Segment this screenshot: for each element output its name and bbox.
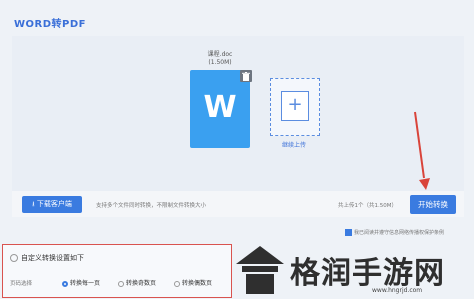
settings-title: 自定义转换设置如下 xyxy=(10,253,84,263)
settings-icon xyxy=(10,254,18,262)
download-client-button[interactable]: ⭳ 下载客户端 xyxy=(22,196,82,213)
upload-count: 共上传1个（共1.50M） xyxy=(338,203,397,209)
agree-text: 我已阅读并遵守信息网络传播权保护条例 xyxy=(354,230,445,236)
radio-label: 转换每一页 xyxy=(70,280,101,287)
start-convert-button[interactable]: 开始转换 xyxy=(410,195,456,214)
radio-icon xyxy=(118,280,124,287)
word-file-icon: W xyxy=(203,90,237,125)
plus-icon: + xyxy=(281,91,309,121)
radio-every-page[interactable]: 转换每一页 xyxy=(62,278,100,287)
upload-hint: 支持多个文件同时转换，不限制文件转换大小 xyxy=(96,203,207,209)
page-select-label: 页码选择 xyxy=(10,281,33,287)
continue-upload-label[interactable]: 继续上传 xyxy=(266,140,322,149)
radio-label: 转换奇数页 xyxy=(126,280,157,287)
title-bar: WORD转PDF xyxy=(0,0,474,40)
agree-row[interactable]: 我已阅读并遵守信息网络传播权保护条例 xyxy=(345,229,444,236)
file-name: 课程.doc xyxy=(207,51,233,58)
radio-label: 转换偶数页 xyxy=(182,280,213,287)
trash-icon[interactable] xyxy=(240,70,252,82)
watermark-text: 格润手游网 xyxy=(290,256,445,291)
app-title: WORD转PDF xyxy=(14,19,86,30)
watermark-url: www.hngrjd.com xyxy=(372,287,423,294)
agree-checkbox[interactable] xyxy=(345,229,352,236)
add-file-area[interactable]: + xyxy=(270,78,320,136)
radio-odd-pages[interactable]: 转换奇数页 xyxy=(118,278,156,287)
radio-even-pages[interactable]: 转换偶数页 xyxy=(174,278,212,287)
radio-icon xyxy=(174,280,180,287)
radio-icon xyxy=(62,280,68,287)
watermark-logo xyxy=(236,246,284,294)
download-client-label: 下载客户端 xyxy=(36,200,72,208)
file-size: (1.50M) xyxy=(208,59,232,66)
settings-title-text: 自定义转换设置如下 xyxy=(21,254,84,262)
